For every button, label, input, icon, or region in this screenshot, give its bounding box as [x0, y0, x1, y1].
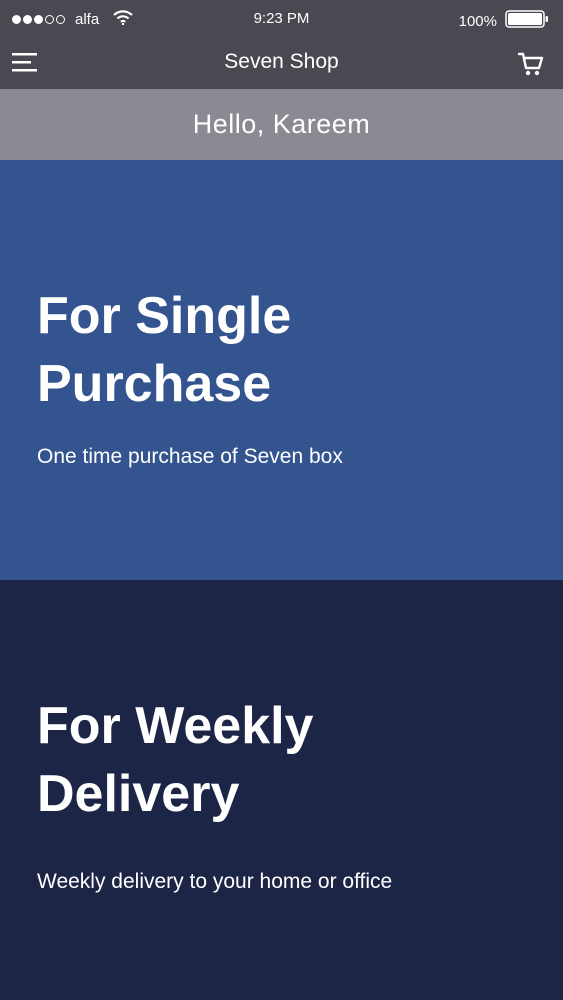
status-right: 100% — [459, 10, 549, 32]
card-title: For Single Purchase — [37, 287, 292, 413]
card-title: For Weekly Delivery — [37, 697, 314, 823]
battery-icon — [505, 10, 549, 32]
nav-bar: Seven Shop — [0, 38, 563, 89]
weekly-delivery-card[interactable]: For Weekly Delivery Weekly delivery to y… — [0, 580, 563, 1000]
single-purchase-card[interactable]: For Single Purchase One time purchase of… — [0, 160, 563, 580]
cart-icon[interactable] — [517, 50, 545, 78]
card-subtitle: Weekly delivery to your home or office — [37, 870, 393, 893]
nav-title: Seven Shop — [224, 50, 339, 73]
card-subtitle: One time purchase of Seven box — [37, 445, 343, 468]
battery-percent: 100% — [458, 12, 497, 30]
greeting-banner: Hello, Kareem — [0, 89, 563, 160]
status-bar: alfa 9:23 PM 100% — [0, 0, 563, 38]
